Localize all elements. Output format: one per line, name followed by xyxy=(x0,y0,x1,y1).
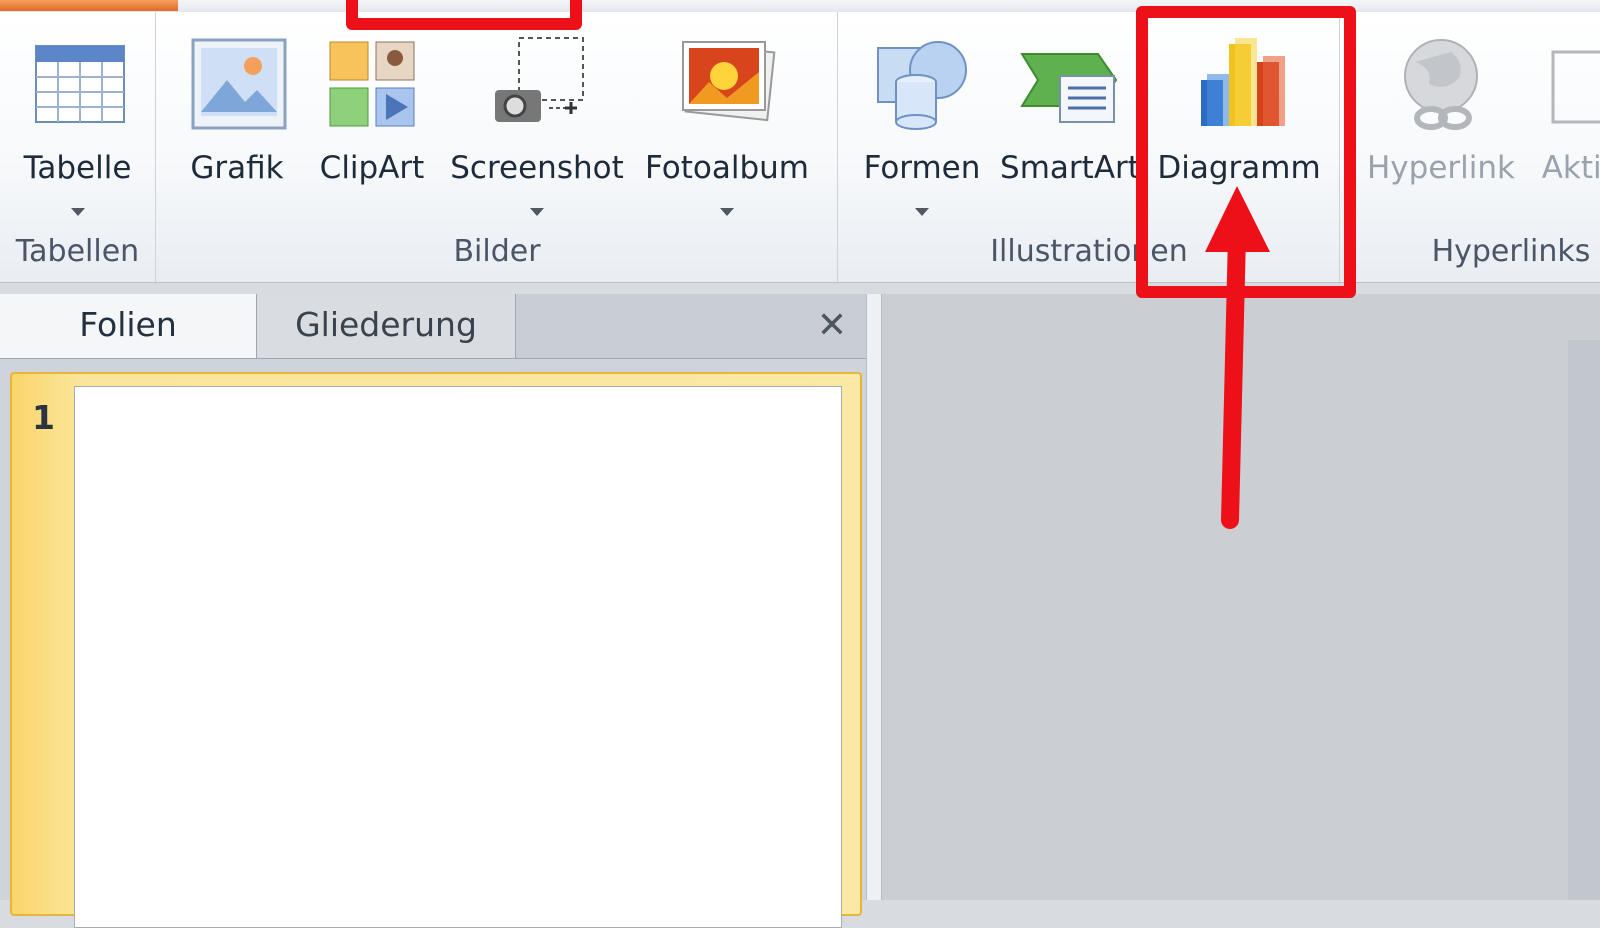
arrow-annotation xyxy=(1205,186,1270,529)
